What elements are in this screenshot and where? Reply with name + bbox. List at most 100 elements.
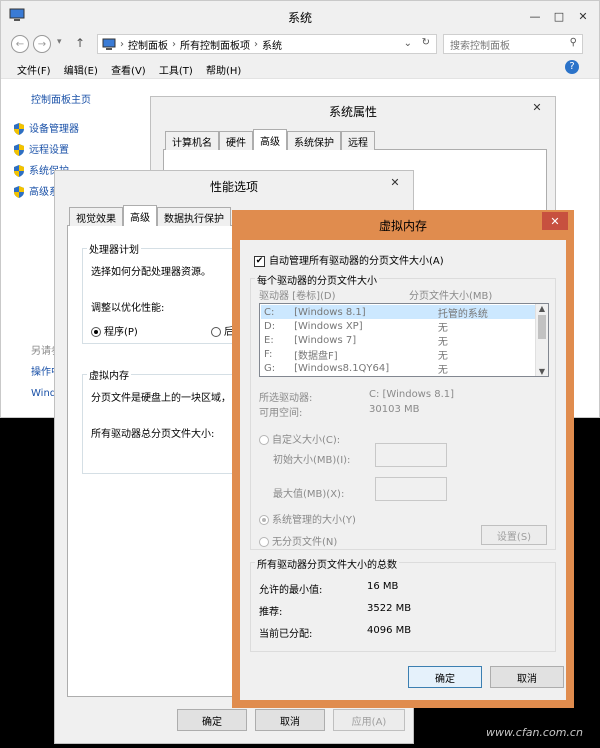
shield-icon <box>13 165 25 177</box>
radio-icon <box>211 327 221 337</box>
virtual-memory-body: ✔ 自动管理所有驱动器的分页文件大小(A) 每个驱动器的分页文件大小 驱动器 [卷… <box>240 240 566 700</box>
system-titlebar: 系统 — □ ✕ <box>1 1 599 31</box>
tab-perf-advanced[interactable]: 高级 <box>123 205 157 226</box>
close-button[interactable]: ✕ <box>571 7 595 25</box>
drive-label: [Windows8.1QY64] <box>294 362 390 374</box>
recommended-value: 3522 MB <box>367 603 412 614</box>
set-button[interactable]: 设置(S) <box>481 525 547 545</box>
radio-icon <box>259 435 269 445</box>
search-placeholder: 搜索控制面板 <box>450 40 510 52</box>
minimize-button[interactable]: — <box>523 7 547 25</box>
tab-computer-name[interactable]: 计算机名 <box>165 131 219 150</box>
search-input[interactable]: 搜索控制面板 ⚲ <box>443 34 583 54</box>
background-services-radio[interactable]: 后 <box>211 323 234 338</box>
sidebar-item-remote-settings[interactable]: 远程设置 <box>13 140 79 161</box>
system-managed-radio[interactable]: 系统管理的大小(Y) <box>259 511 356 526</box>
drive-size: 无 <box>437 350 448 362</box>
scroll-up-icon[interactable]: ▲ <box>536 304 548 313</box>
back-button[interactable]: ← <box>11 35 29 53</box>
up-button[interactable]: ↑ <box>75 36 85 50</box>
drive-row[interactable]: G: [Windows8.1QY64] 无 <box>261 361 535 376</box>
max-size-label: 最大值(MB)(X): <box>273 489 345 500</box>
custom-size-radio[interactable]: 自定义大小(C): <box>259 431 340 446</box>
forward-button[interactable]: → <box>33 35 51 53</box>
drive-letter: G: <box>264 362 276 374</box>
drive-letter: C: <box>264 306 275 318</box>
tab-remote[interactable]: 远程 <box>341 131 375 150</box>
virtual-memory-dialog-title: 虚拟内存 <box>378 219 427 233</box>
adjust-for-label: 调整以优化性能: <box>91 303 165 314</box>
search-icon[interactable]: ⚲ <box>570 37 577 48</box>
virtual-memory-desc: 分页文件是硬盘上的一块区域， <box>91 393 231 404</box>
tab-visual-effects[interactable]: 视觉效果 <box>69 207 123 226</box>
recommended-label: 推荐: <box>259 607 283 618</box>
no-paging-file-radio[interactable]: 无分页文件(N) <box>259 533 337 548</box>
menu-view[interactable]: 查看(V) <box>111 66 146 77</box>
col-drive-header: 驱动器 [卷标](D) <box>259 291 336 302</box>
per-drive-group-title: 每个驱动器的分页文件大小 <box>255 272 379 287</box>
breadcrumb-all-items[interactable]: 所有控制面板项 <box>180 37 250 52</box>
address-field[interactable]: › 控制面板 › 所有控制面板项 › 系统 ⌄ ↻ <box>97 34 437 54</box>
processor-scheduling-desc: 选择如何分配处理器资源。 <box>91 267 211 278</box>
tab-system-protection[interactable]: 系统保护 <box>287 131 341 150</box>
tab-hardware[interactable]: 硬件 <box>219 131 253 150</box>
system-properties-title: 系统属性 <box>328 105 377 119</box>
control-panel-home-link[interactable]: 控制面板主页 <box>31 91 91 106</box>
shield-icon <box>13 123 25 135</box>
auto-manage-checkbox[interactable]: ✔ 自动管理所有驱动器的分页文件大小(A) <box>254 252 444 267</box>
virtual-memory-cancel-button[interactable]: 取消 <box>490 666 564 688</box>
performance-ok-button[interactable]: 确定 <box>177 709 247 731</box>
maximize-button[interactable]: □ <box>547 7 571 25</box>
programs-radio[interactable]: 程序(P) <box>91 323 138 338</box>
drive-label: [Windows 8.1] <box>294 306 366 318</box>
virtual-memory-ok-button[interactable]: 确定 <box>408 666 482 688</box>
total-paging-group-title: 所有驱动器分页文件大小的总数 <box>255 556 399 571</box>
menu-help[interactable]: 帮助(H) <box>206 66 241 77</box>
performance-cancel-button[interactable]: 取消 <box>255 709 325 731</box>
drive-row[interactable]: D: [Windows XP] 无 <box>261 319 535 334</box>
drive-letter: D: <box>264 320 276 332</box>
system-properties-close-button[interactable]: ✕ <box>525 99 549 115</box>
drive-row[interactable]: C: [Windows 8.1] 托管的系统 <box>261 305 535 320</box>
drive-size: 无 <box>437 364 448 376</box>
scroll-down-icon[interactable]: ▼ <box>536 367 548 376</box>
tab-dep[interactable]: 数据执行保护 <box>157 207 231 226</box>
breadcrumb-control-panel[interactable]: 控制面板 <box>128 37 168 52</box>
drive-label: [数据盘F] <box>294 350 338 362</box>
menu-file[interactable]: 文件(F) <box>17 66 51 77</box>
performance-options-close-button[interactable]: ✕ <box>383 174 407 190</box>
history-dropdown-icon[interactable]: ▾ <box>57 37 62 47</box>
initial-size-input[interactable] <box>375 443 447 467</box>
virtual-memory-dialog: 虚拟内存 ✕ ✔ 自动管理所有驱动器的分页文件大小(A) 每个驱动器的分页文件大小… <box>232 210 574 708</box>
radio-icon <box>259 537 269 547</box>
scroll-thumb[interactable] <box>538 315 546 339</box>
shield-icon <box>13 186 25 198</box>
menu-bar: 文件(F) 编辑(E) 查看(V) 工具(T) 帮助(H) ? <box>1 57 599 79</box>
virtual-memory-close-button[interactable]: ✕ <box>542 212 568 230</box>
breadcrumb-system[interactable]: 系统 <box>262 37 282 52</box>
drive-row[interactable]: E: [Windows 7] 无 <box>261 333 535 348</box>
performance-apply-button[interactable]: 应用(A) <box>333 709 405 731</box>
help-icon[interactable]: ? <box>565 60 579 74</box>
col-size-header: 分页文件大小(MB) <box>409 291 493 302</box>
free-space-label: 可用空间: <box>259 408 303 419</box>
initial-size-label: 初始大小(MB)(I): <box>273 455 351 466</box>
menu-tools[interactable]: 工具(T) <box>159 66 193 77</box>
drive-list[interactable]: C: [Windows 8.1] 托管的系统 D: [Windows XP] 无 E: [Wi… <box>259 303 549 377</box>
min-allowed-label: 允许的最小值: <box>259 585 323 596</box>
address-dropdown-icon[interactable]: ⌄ <box>404 38 412 49</box>
system-window-title: 系统 <box>287 11 312 25</box>
max-size-input[interactable] <box>375 477 447 501</box>
watermark-text: www.cfan.com.cn <box>486 726 583 739</box>
performance-tabs: 视觉效果 高级 数据执行保护 <box>69 205 231 228</box>
drive-list-scrollbar[interactable]: ▲ ▼ <box>535 304 548 376</box>
drive-row[interactable]: F: [数据盘F] 无 <box>261 347 535 362</box>
currently-allocated-value: 4096 MB <box>367 625 412 636</box>
drive-size: 无 <box>437 322 448 334</box>
performance-options-title: 性能选项 <box>209 180 258 194</box>
drive-size: 无 <box>437 336 448 348</box>
tab-advanced[interactable]: 高级 <box>253 129 287 150</box>
refresh-icon[interactable]: ↻ <box>422 37 430 48</box>
sidebar-item-device-manager[interactable]: 设备管理器 <box>13 119 79 140</box>
menu-edit[interactable]: 编辑(E) <box>64 66 98 77</box>
